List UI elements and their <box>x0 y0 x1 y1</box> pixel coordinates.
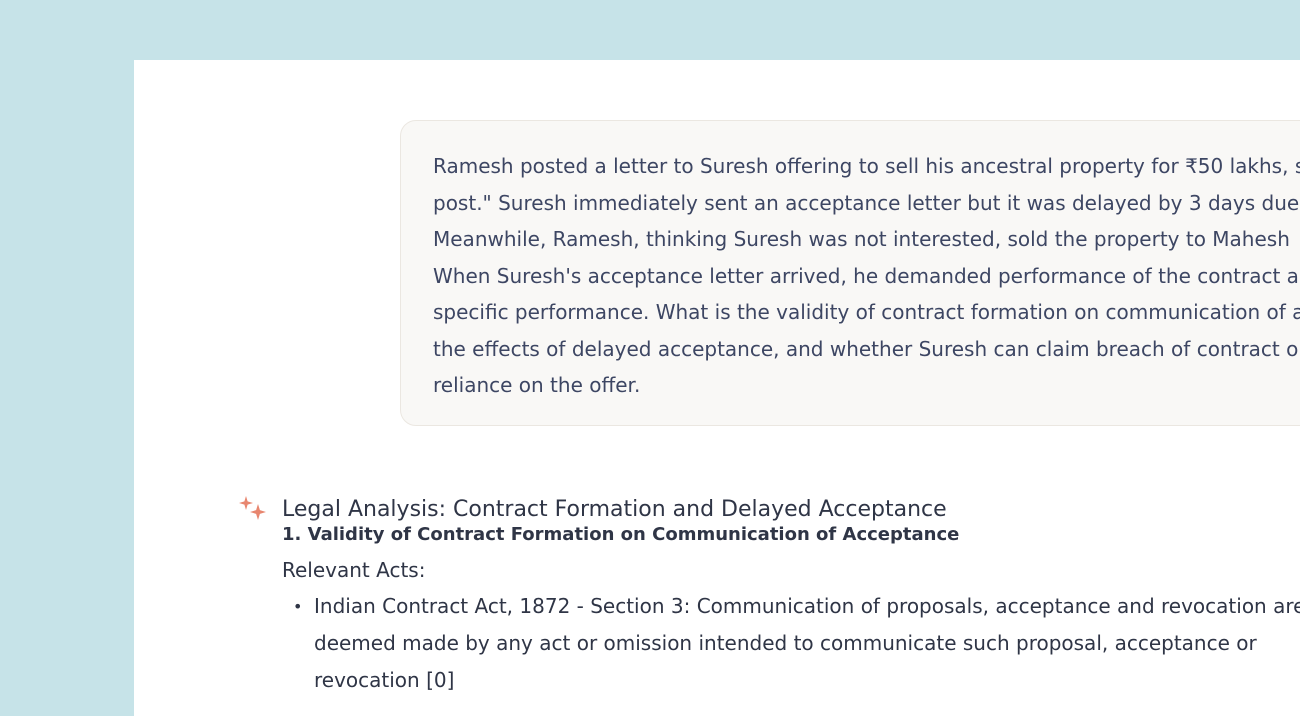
section-heading: 1. Validity of Contract Formation on Com… <box>282 524 960 545</box>
sparkle-icon <box>239 496 266 520</box>
user-message-line: the effects of delayed acceptance, and w… <box>433 336 1300 361</box>
list-item: • Indian Contract Act, 1872 - Section 3:… <box>282 588 1300 699</box>
user-message-line: Ramesh posted a letter to Suresh offerin… <box>433 154 1300 178</box>
relevant-acts-heading: Relevant Acts: <box>282 558 426 582</box>
bullet-line: revocation [0] <box>314 668 455 692</box>
bullet-line: deemed made by any act or omission inten… <box>314 631 1257 655</box>
bullet-icon: • <box>293 597 303 616</box>
user-message-line: When Suresh's acceptance letter arrived,… <box>433 263 1300 288</box>
user-message-line: post." Suresh immediately sent an accept… <box>433 190 1300 215</box>
user-message-line: reliance on the offer. <box>433 373 641 397</box>
bullet-line: Indian Contract Act, 1872 - Section 3: C… <box>314 594 1300 618</box>
chat-panel: Ramesh posted a letter to Suresh offerin… <box>134 60 1300 716</box>
assistant-answer: Legal Analysis: Contract Formation and D… <box>282 490 1300 699</box>
user-message-line: specific performance. What is the validi… <box>433 300 1300 324</box>
relevant-acts-list: • Indian Contract Act, 1872 - Section 3:… <box>282 588 1300 699</box>
user-message-line: Meanwhile, Ramesh, thinking Suresh was n… <box>433 227 1290 251</box>
user-message-bubble: Ramesh posted a letter to Suresh offerin… <box>400 120 1300 426</box>
